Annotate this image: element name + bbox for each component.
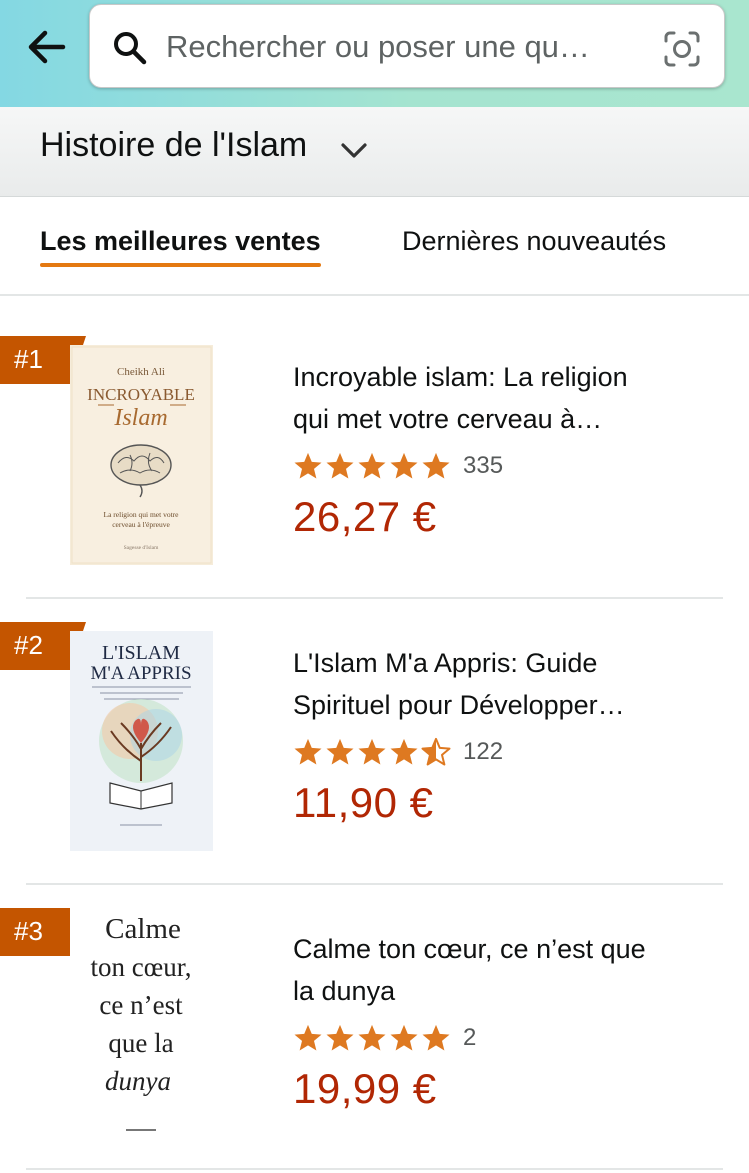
tab-best-sellers[interactable]: Les meilleures ventes	[40, 226, 321, 267]
svg-text:Sagesse d'Islam: Sagesse d'Islam	[124, 545, 159, 551]
star-icon	[390, 452, 418, 479]
search-input[interactable]	[166, 23, 646, 71]
product-price: 11,90 €	[293, 779, 434, 826]
camera-lens-icon[interactable]	[662, 29, 702, 69]
product-title[interactable]: Calme ton cœur, ce n’est que la dunya	[293, 928, 713, 1012]
star-icon	[326, 1024, 354, 1051]
book-cover[interactable]: Calme ton cœur, ce n’est que la dunya	[70, 908, 213, 1138]
chevron-down-icon	[341, 143, 367, 158]
review-count: 122	[463, 738, 504, 765]
book-cover[interactable]: Cheikh Ali INCROYABLE Islam La religion …	[70, 345, 213, 565]
svg-text:M'A APPRIS: M'A APPRIS	[90, 663, 191, 684]
star-icon	[358, 1024, 386, 1051]
star-icon	[294, 1024, 322, 1051]
svg-text:Calme: Calme	[105, 913, 181, 945]
review-count: 2	[463, 1024, 477, 1051]
product-title-line: Calme ton cœur, ce n’est que	[293, 934, 646, 964]
rank-label: #1	[14, 344, 43, 374]
star-icon	[422, 1024, 450, 1051]
product-price: 19,99 €	[293, 1065, 437, 1112]
svg-text:ce n’est: ce n’est	[99, 990, 183, 1020]
rank-label: #2	[14, 630, 43, 660]
star-icon	[358, 452, 386, 479]
svg-text:ton cœur,: ton cœur,	[91, 952, 192, 982]
tabs: Les meilleures ventes Dernières nouveaut…	[0, 198, 749, 296]
category-title: Histoire de l'Islam	[40, 126, 308, 164]
star-icon	[358, 738, 386, 765]
list-item[interactable]: #2 L'ISLAM M'A APPRIS L'Islam M'a Appris…	[0, 584, 749, 870]
product-title[interactable]: L'Islam M'a Appris: Guide Spirituel pour…	[293, 642, 713, 726]
arrow-left-icon	[28, 30, 66, 64]
product-title-line: qui met votre cerveau à…	[293, 404, 603, 434]
star-icon	[326, 738, 354, 765]
review-count: 335	[463, 452, 504, 479]
product-title-line: la dunya	[293, 976, 396, 1006]
svg-text:que la: que la	[108, 1028, 173, 1058]
rank-label: #3	[14, 916, 43, 946]
star-icon	[390, 1024, 418, 1051]
item-divider	[26, 1168, 723, 1170]
svg-text:Islam: Islam	[113, 405, 167, 431]
list-item[interactable]: #1 Cheikh Ali INCROYABLE Islam La religi…	[0, 298, 749, 584]
star-icon	[326, 452, 354, 479]
svg-text:dunya: dunya	[105, 1066, 171, 1096]
stars	[293, 1023, 451, 1053]
svg-text:INCROYABLE: INCROYABLE	[87, 385, 195, 404]
product-title-line: L'Islam M'a Appris: Guide	[293, 648, 598, 678]
stars	[293, 737, 451, 767]
product-title-line: Incroyable islam: La religion	[293, 362, 628, 392]
svg-text:La religion qui met votre: La religion qui met votre	[104, 510, 180, 519]
category-bar[interactable]: Histoire de l'Islam	[0, 107, 749, 197]
back-button[interactable]	[18, 22, 72, 72]
svg-text:Cheikh Ali: Cheikh Ali	[117, 366, 165, 378]
top-header	[0, 0, 749, 107]
search-bar[interactable]	[89, 4, 725, 88]
list-item[interactable]: #3 Calme ton cœur, ce n’est que la dunya…	[0, 870, 749, 1156]
star-icon	[294, 738, 322, 765]
search-icon	[114, 32, 147, 65]
star-icon	[294, 452, 322, 479]
stars	[293, 451, 451, 481]
svg-text:cerveau à l'épreuve: cerveau à l'épreuve	[112, 520, 170, 529]
book-cover[interactable]: L'ISLAM M'A APPRIS	[70, 631, 213, 851]
half-star-icon	[421, 737, 451, 766]
product-title-line: Spirituel pour Développer…	[293, 690, 625, 720]
star-icon	[390, 738, 418, 765]
product-price: 26,27 €	[293, 493, 437, 540]
product-title[interactable]: Incroyable islam: La religion qui met vo…	[293, 356, 713, 440]
svg-text:L'ISLAM: L'ISLAM	[102, 642, 180, 664]
star-rating[interactable]: 335	[293, 448, 503, 484]
star-rating[interactable]: 2	[293, 1020, 476, 1056]
tab-new-releases[interactable]: Dernières nouveautés	[402, 226, 666, 257]
star-rating[interactable]: 122	[293, 734, 503, 770]
star-icon	[422, 452, 450, 479]
